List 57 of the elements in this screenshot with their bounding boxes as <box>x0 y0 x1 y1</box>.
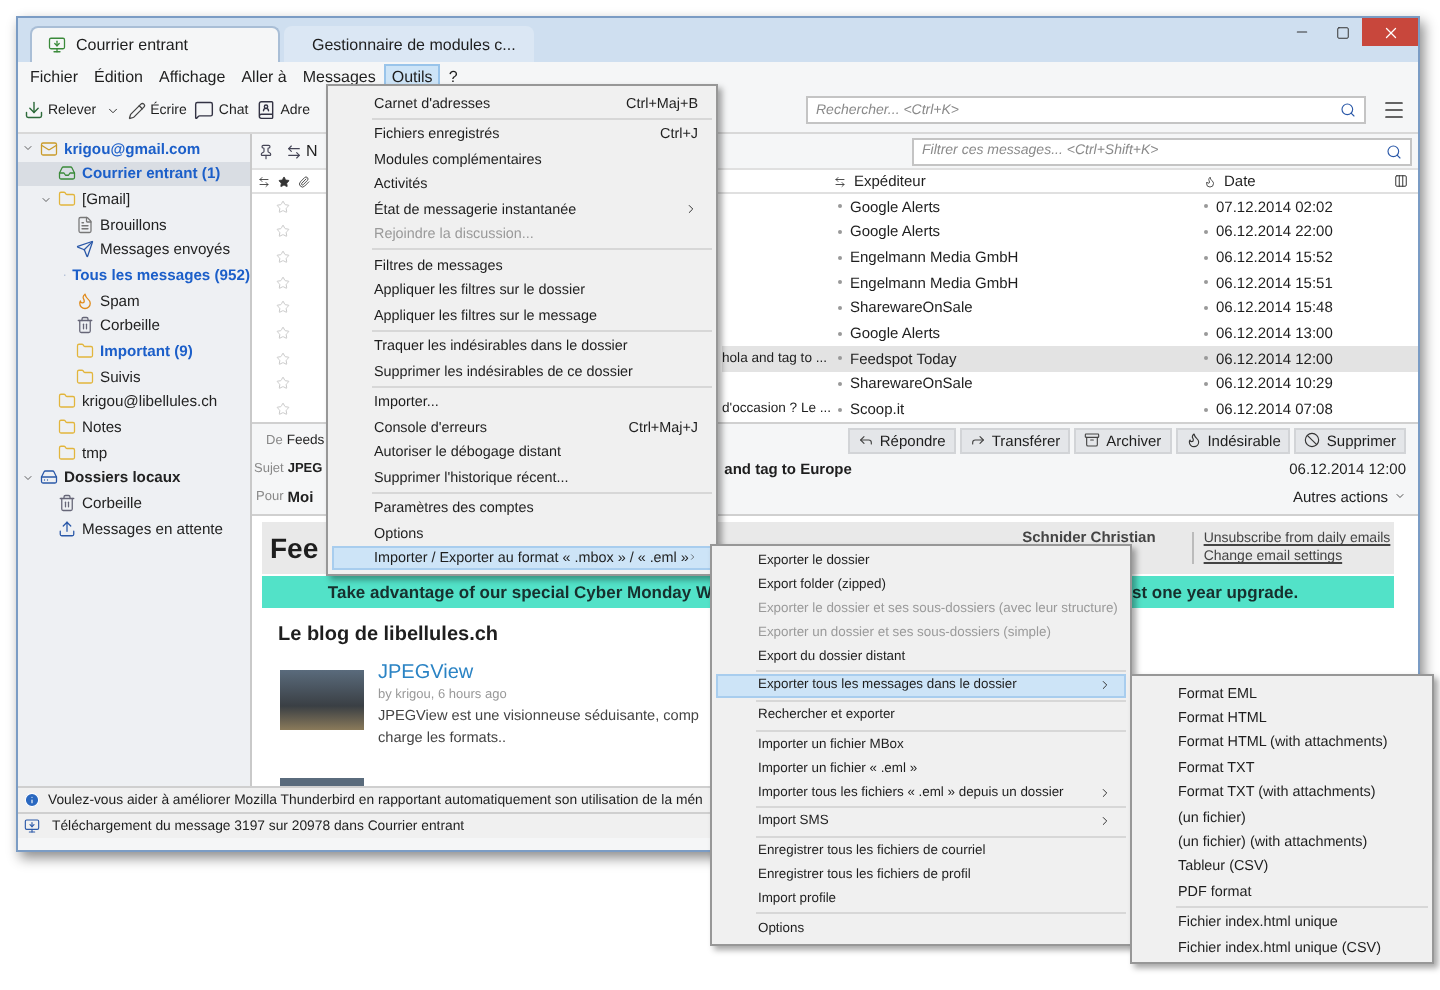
banner-text: st one year upgrade. <box>1132 582 1299 602</box>
pin-icon <box>258 143 274 159</box>
computer-icon <box>40 468 58 487</box>
download-status-icon <box>24 818 40 834</box>
search-icon <box>1386 143 1402 159</box>
folder-icon <box>58 443 76 462</box>
tab[interactable]: Courrier entrant <box>30 26 280 62</box>
menu-bar-item[interactable]: Outils <box>383 63 441 87</box>
newsletter-title: Fee <box>270 532 319 564</box>
download-icon <box>24 100 44 120</box>
flame-icon <box>1185 432 1202 448</box>
trash-icon <box>58 494 76 513</box>
star-column-icon <box>278 175 290 187</box>
tab[interactable]: Gestionnaire de modules c... <box>284 26 534 62</box>
folder-icon <box>58 392 76 411</box>
column-picker-icon <box>1394 174 1408 188</box>
search-icon <box>1340 102 1356 118</box>
caret-icon <box>106 103 121 117</box>
folder-icon <box>76 367 94 386</box>
reply-icon <box>857 432 874 448</box>
photo-placeholder <box>280 670 364 730</box>
chat-bubble-icon <box>194 100 215 120</box>
caret-icon <box>1394 490 1406 502</box>
maximize-icon <box>1335 25 1349 39</box>
menu-bar-item[interactable]: Affichage <box>150 63 234 87</box>
flame-icon <box>76 291 94 310</box>
menu-bar-item[interactable]: Aller à <box>233 63 295 87</box>
forward-icon <box>969 432 986 448</box>
filter-label: N <box>306 142 318 160</box>
folder-icon <box>58 418 76 437</box>
menu-icon[interactable] <box>1382 98 1406 122</box>
blog-title: Le blog de libellules.ch <box>278 624 499 646</box>
attachment-column-icon <box>298 175 310 187</box>
info-icon <box>24 792 40 808</box>
outbox-icon <box>58 519 76 538</box>
close-icon <box>1381 23 1399 41</box>
thread-column-icon <box>258 175 270 187</box>
mail-account-icon <box>40 139 58 158</box>
pencil-icon <box>128 101 147 119</box>
delete-icon <box>1304 432 1321 448</box>
folder-icon <box>76 342 94 361</box>
inbox-icon <box>58 164 76 183</box>
menu-bar-item[interactable]: Messages <box>294 63 384 87</box>
photo-placeholder <box>280 778 364 786</box>
menu-bar-item[interactable]: Fichier <box>22 63 87 87</box>
folder-icon <box>58 190 76 209</box>
address-book-icon <box>256 100 277 120</box>
junk-column-icon <box>1204 175 1216 187</box>
thread-arrows-icon <box>286 143 302 159</box>
sort-icon <box>834 175 846 187</box>
menu-bar-item[interactable]: ? <box>440 63 466 87</box>
archive-box-icon <box>1084 432 1101 448</box>
draft-icon <box>76 215 94 234</box>
menu-bar-item[interactable]: Édition <box>86 63 151 87</box>
post-title-link[interactable]: JPEGView <box>378 662 699 684</box>
trash-icon <box>76 316 94 335</box>
sent-icon <box>76 240 94 259</box>
